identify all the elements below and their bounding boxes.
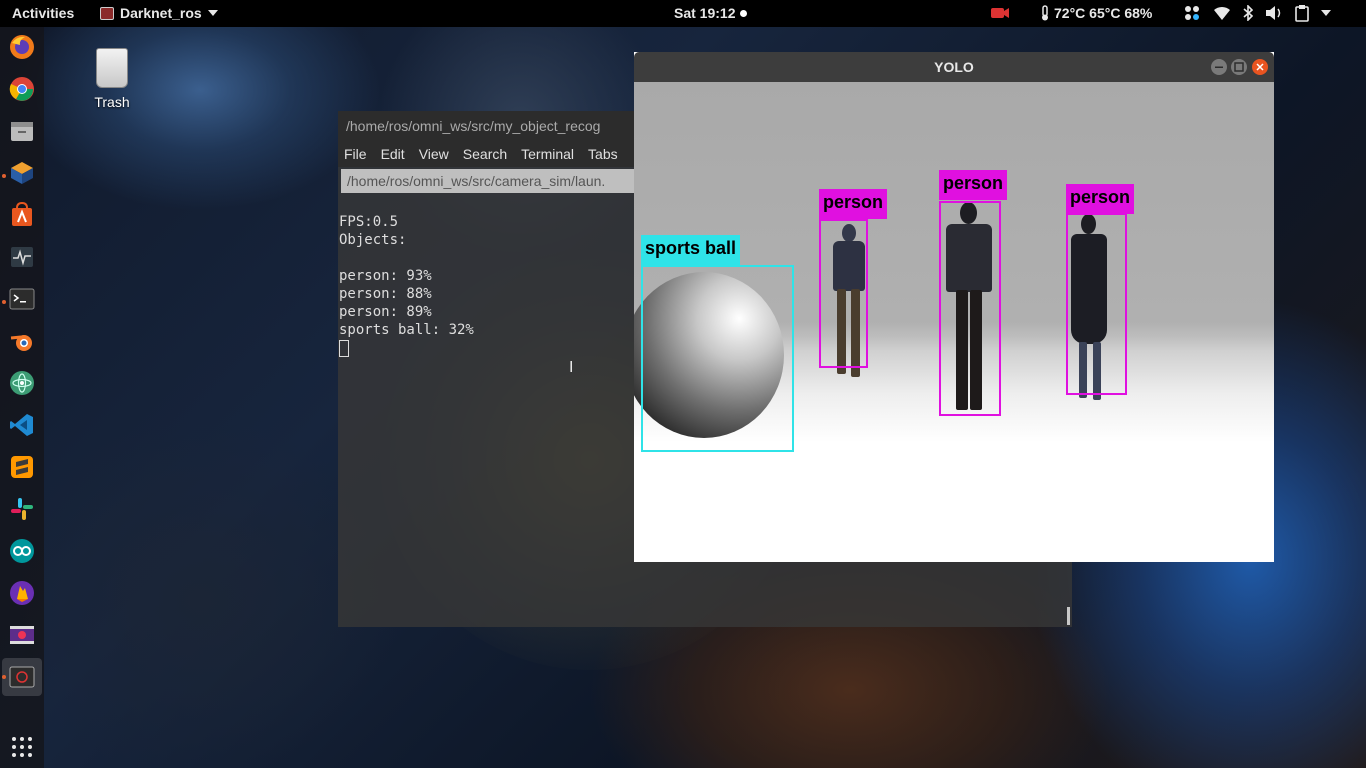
- clock[interactable]: Sat 19:12: [674, 5, 748, 21]
- text-cursor: [339, 339, 349, 357]
- bbox-label: person: [939, 170, 1008, 200]
- close-button[interactable]: [1252, 59, 1268, 75]
- system-monitor-icon[interactable]: [8, 243, 36, 271]
- app-grid-icon[interactable]: [8, 733, 36, 761]
- trash-label: Trash: [94, 94, 130, 110]
- system-tray: [1183, 4, 1331, 22]
- yolo-window[interactable]: YOLO sports ball person person person: [634, 52, 1274, 562]
- yolo-window-icon[interactable]: [2, 658, 42, 696]
- chevron-down-icon[interactable]: [1321, 10, 1331, 16]
- clipboard-icon[interactable]: [1295, 4, 1309, 22]
- menu-tabs[interactable]: Tabs: [588, 141, 626, 167]
- menu-terminal[interactable]: Terminal: [521, 141, 582, 167]
- trash-icon: [96, 48, 128, 88]
- bbox-person: [939, 201, 1001, 416]
- maximize-button[interactable]: [1231, 59, 1247, 75]
- virtualbox-icon[interactable]: [8, 159, 36, 187]
- software-center-icon[interactable]: [8, 201, 36, 229]
- slack-icon[interactable]: [8, 495, 36, 523]
- bbox-sports-ball: [641, 265, 794, 452]
- bluetooth-icon[interactable]: [1243, 5, 1253, 21]
- menu-search[interactable]: Search: [463, 141, 515, 167]
- detection-image: sports ball person person person: [634, 82, 1274, 562]
- volume-icon[interactable]: [1265, 5, 1283, 21]
- atom-icon[interactable]: [8, 369, 36, 397]
- sensors-indicator[interactable]: 72°C 65°C 68%: [1040, 5, 1152, 21]
- activities-button[interactable]: Activities: [12, 5, 74, 21]
- arduino-icon[interactable]: [8, 537, 36, 565]
- app-menu-label: Darknet_ros: [120, 5, 202, 21]
- running-indicator-icon: [2, 300, 6, 304]
- bbox-person: [819, 219, 868, 368]
- slack-tray-icon[interactable]: [1183, 4, 1201, 22]
- dock: [0, 27, 44, 768]
- notification-dot-icon: [740, 9, 748, 17]
- close-icon: [1256, 63, 1264, 71]
- sensors-label: 72°C 65°C 68%: [1054, 5, 1153, 21]
- chevron-down-icon: [207, 10, 218, 16]
- app-menu[interactable]: Darknet_ros: [100, 5, 218, 21]
- minimize-icon: [1215, 66, 1223, 68]
- video-icon[interactable]: [8, 621, 36, 649]
- screen-record-icon[interactable]: [990, 6, 1010, 20]
- bbox-label: person: [819, 189, 888, 219]
- sublime-icon[interactable]: [8, 453, 36, 481]
- menu-file[interactable]: File: [344, 141, 375, 167]
- bbox-label: person: [1066, 184, 1135, 214]
- files-icon[interactable]: [8, 117, 36, 145]
- app-menu-icon: [100, 6, 114, 20]
- firebase-icon[interactable]: [8, 579, 36, 607]
- thermometer-icon: [1042, 5, 1048, 21]
- blender-icon[interactable]: [8, 327, 36, 355]
- terminal-scrollbar[interactable]: [1067, 607, 1070, 625]
- vscode-icon[interactable]: [8, 411, 36, 439]
- trash-desktop-icon[interactable]: Trash: [88, 48, 136, 110]
- menu-edit[interactable]: Edit: [381, 141, 413, 167]
- running-indicator-icon: [2, 174, 6, 178]
- bbox-person: [1066, 213, 1127, 395]
- menu-view[interactable]: View: [419, 141, 457, 167]
- yolo-title: YOLO: [934, 59, 974, 75]
- bbox-label: sports ball: [641, 235, 741, 265]
- top-bar: Activities Darknet_ros Sat 19:12 72°C 65…: [0, 0, 1366, 27]
- maximize-icon: [1234, 62, 1244, 72]
- yolo-title-bar[interactable]: YOLO: [634, 52, 1274, 82]
- chrome-icon[interactable]: [8, 75, 36, 103]
- running-indicator-icon: [2, 675, 6, 679]
- terminal-icon[interactable]: [8, 285, 36, 313]
- ibeam-cursor-icon: I: [569, 359, 574, 376]
- wifi-icon[interactable]: [1213, 5, 1231, 21]
- minimize-button[interactable]: [1211, 59, 1227, 75]
- clock-label: Sat 19:12: [674, 5, 736, 21]
- firefox-icon[interactable]: [8, 33, 36, 61]
